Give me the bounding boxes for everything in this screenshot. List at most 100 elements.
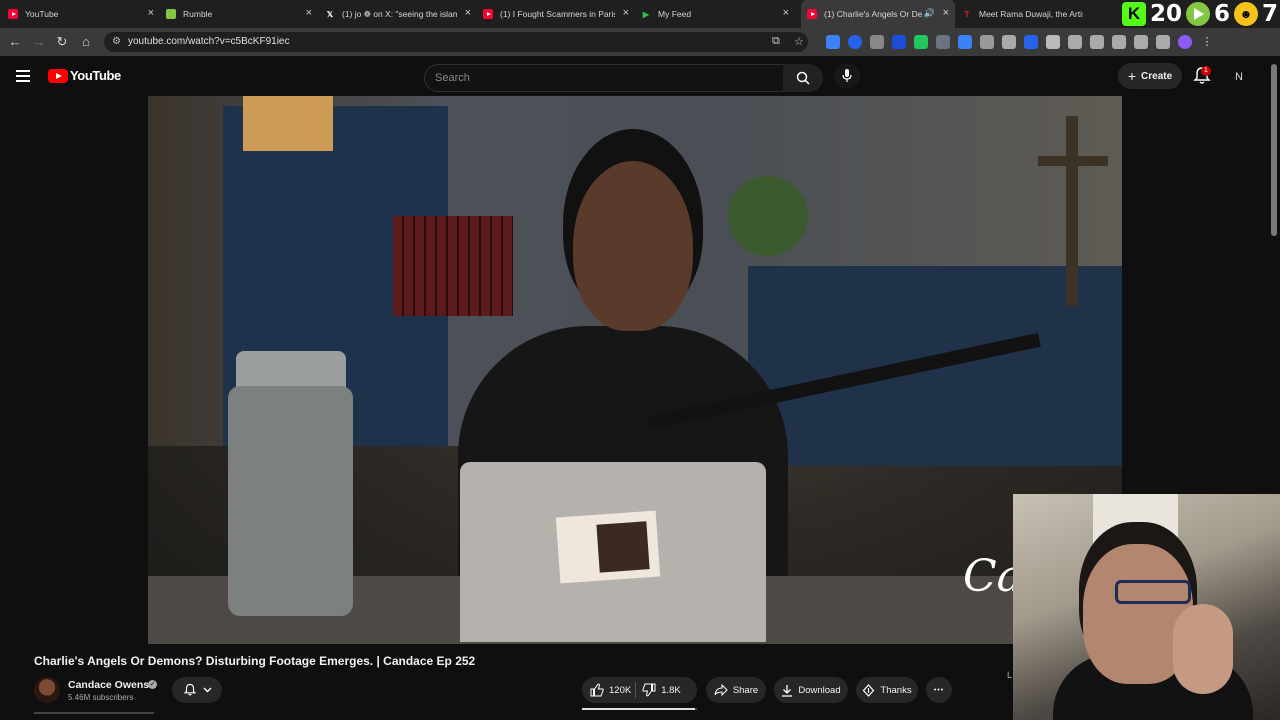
extension-icon[interactable] bbox=[892, 35, 906, 49]
browser-tab-strip: YouTube × Rumble × 𝕏 (1) jo ❁ on X: "see… bbox=[0, 0, 1280, 28]
puzzle-icon[interactable] bbox=[1002, 35, 1016, 49]
smiley-icon[interactable]: ☻ bbox=[1233, 2, 1258, 26]
tab-close-icon[interactable]: × bbox=[306, 7, 312, 19]
rumble-favicon-icon bbox=[166, 9, 176, 19]
youtube-play-icon bbox=[48, 68, 68, 83]
extension-icon[interactable] bbox=[1046, 35, 1060, 49]
extension-icon[interactable] bbox=[980, 35, 994, 49]
more-actions-button[interactable]: ••• bbox=[926, 677, 952, 703]
search-icon bbox=[796, 71, 810, 85]
channel-name[interactable]: Candace Owens bbox=[68, 679, 149, 691]
thanks-button[interactable]: Thanks bbox=[856, 677, 918, 703]
verified-check-icon: ✓ bbox=[148, 680, 157, 689]
thumbs-down-icon bbox=[642, 683, 656, 697]
dislike-button[interactable]: 1.8K bbox=[640, 677, 681, 703]
extension-icon[interactable] bbox=[1068, 35, 1082, 49]
browser-tab[interactable]: (1) I Fought Scammers in Paris × bbox=[483, 0, 635, 28]
extension-icon[interactable] bbox=[1090, 35, 1104, 49]
account-avatar[interactable]: N bbox=[1230, 68, 1248, 86]
like-button[interactable]: 120K bbox=[582, 677, 631, 703]
video-crucifix-bar bbox=[1038, 156, 1108, 166]
cast-icon[interactable]: ⧉ bbox=[772, 35, 780, 48]
extension-icon[interactable] bbox=[1156, 35, 1170, 49]
youtube-favicon-icon bbox=[807, 9, 817, 19]
more-horizontal-icon: ••• bbox=[933, 686, 945, 694]
t-favicon-icon: T bbox=[964, 9, 970, 19]
youtube-logo[interactable]: YouTube bbox=[48, 68, 121, 83]
share-label: Share bbox=[732, 684, 759, 696]
browser-tab[interactable]: 𝕏 (1) jo ❁ on X: "seeing the islam × bbox=[325, 0, 477, 28]
back-icon[interactable]: ← bbox=[7, 34, 23, 49]
site-info-icon[interactable]: ⚙ bbox=[112, 36, 121, 47]
tab-title: (1) jo ❁ on X: "seeing the islam bbox=[342, 8, 457, 19]
extension-icon[interactable] bbox=[936, 35, 950, 49]
extension-icon[interactable] bbox=[848, 35, 862, 49]
like-ratio-bar bbox=[582, 708, 697, 710]
voice-search-button[interactable] bbox=[834, 63, 860, 89]
search-button[interactable] bbox=[783, 64, 823, 92]
extension-icon[interactable] bbox=[1112, 35, 1126, 49]
download-button[interactable]: Download bbox=[774, 677, 848, 703]
speaker-icon[interactable]: 🔊 bbox=[924, 8, 935, 19]
x-favicon-icon: 𝕏 bbox=[326, 9, 334, 19]
tab-title: (1) Charlie's Angels Or Dem bbox=[824, 9, 922, 19]
tab-title: Rumble bbox=[183, 9, 213, 19]
super-thanks-icon bbox=[863, 683, 875, 697]
create-button[interactable]: + Create bbox=[1118, 63, 1182, 89]
browser-tab[interactable]: YouTube × bbox=[8, 0, 160, 28]
menu-kebab-icon[interactable]: ⋮ bbox=[1200, 35, 1214, 49]
hamburger-menu-icon[interactable] bbox=[16, 70, 30, 85]
video-player[interactable]: Car bbox=[148, 96, 1122, 644]
browser-tab[interactable]: Rumble × bbox=[166, 0, 318, 28]
youtube-wordmark: YouTube bbox=[70, 68, 121, 83]
reload-icon[interactable]: ↻ bbox=[54, 34, 70, 50]
tab-close-icon[interactable]: × bbox=[148, 7, 154, 19]
tab-close-icon[interactable]: × bbox=[623, 7, 629, 19]
create-label: Create bbox=[1141, 70, 1173, 82]
browser-tab[interactable]: T Meet Rama Duwaji, the Artist bbox=[962, 0, 1090, 28]
tab-close-icon[interactable]: × bbox=[783, 7, 789, 19]
thanks-label: Thanks bbox=[880, 684, 912, 696]
video-title: Charlie's Angels Or Demons? Disturbing F… bbox=[34, 654, 476, 668]
subscribed-button[interactable] bbox=[172, 677, 222, 703]
kick-icon[interactable]: K bbox=[1121, 2, 1146, 26]
plus-icon: + bbox=[1127, 68, 1137, 84]
kick-count: 20 bbox=[1149, 1, 1182, 27]
tab-close-icon[interactable]: × bbox=[943, 7, 949, 19]
channel-avatar[interactable] bbox=[34, 677, 60, 703]
tab-close-icon[interactable]: × bbox=[465, 7, 471, 19]
youtube-favicon-icon bbox=[8, 9, 18, 19]
feed-favicon-icon: ▶ bbox=[642, 9, 650, 19]
extension-icon[interactable] bbox=[1024, 35, 1038, 49]
bookmark-star-icon[interactable]: ☆ bbox=[794, 35, 804, 48]
forward-icon[interactable]: → bbox=[31, 34, 47, 49]
extension-icon[interactable] bbox=[914, 35, 928, 49]
browser-tab-active[interactable]: (1) Charlie's Angels Or Dem 🔊 × bbox=[801, 0, 955, 28]
search-input[interactable] bbox=[425, 65, 767, 91]
video-tumbler-lid bbox=[236, 351, 346, 391]
chevron-down-icon bbox=[203, 687, 211, 693]
bell-icon bbox=[183, 683, 196, 696]
address-bar[interactable]: ⚙ youtube.com/watch?v=c5BcKF91iec ⧉ ☆ bbox=[104, 32, 808, 52]
browser-tab[interactable]: ▶ My Feed × bbox=[641, 0, 795, 28]
microphone-icon bbox=[842, 69, 852, 82]
extension-icon[interactable] bbox=[1134, 35, 1148, 49]
share-arrow-icon bbox=[714, 684, 728, 696]
rumble-icon[interactable] bbox=[1185, 2, 1210, 26]
webcam-overlay bbox=[1013, 494, 1280, 720]
page-scrollbar[interactable] bbox=[1271, 64, 1277, 236]
like-dislike-group: 120K 1.8K bbox=[582, 677, 697, 703]
extension-icon[interactable] bbox=[870, 35, 884, 49]
video-tumbler bbox=[228, 386, 353, 616]
url-text[interactable]: youtube.com/watch?v=c5BcKF91iec bbox=[128, 36, 289, 47]
home-icon[interactable]: ⌂ bbox=[78, 34, 94, 49]
profile-avatar-icon[interactable] bbox=[1178, 35, 1192, 49]
extension-icon[interactable] bbox=[958, 35, 972, 49]
subscriber-count: 5.46M subscribers bbox=[68, 693, 134, 702]
extension-icon[interactable] bbox=[826, 35, 840, 49]
search-box[interactable] bbox=[424, 64, 784, 92]
tab-title: My Feed bbox=[658, 9, 692, 19]
dislike-count: 1.8K bbox=[661, 684, 681, 696]
video-lamp bbox=[243, 96, 333, 151]
share-button[interactable]: Share bbox=[706, 677, 766, 703]
